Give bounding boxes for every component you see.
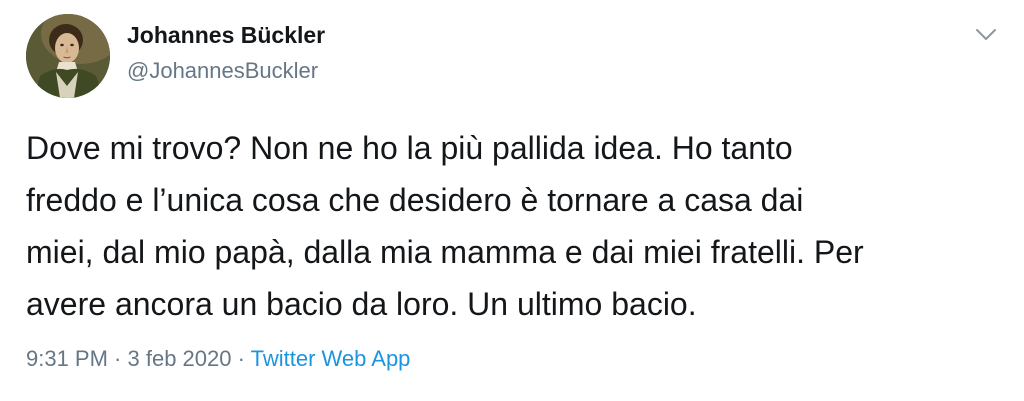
tweet-text-line: miei, dal mio papà, dalla mia mamma e da… [26,234,864,270]
tweet-text-line: avere ancora un bacio da loro. Un ultimo… [26,286,697,322]
tweet-source-link[interactable]: Twitter Web App [251,346,411,371]
tweet-text-line: freddo e l’unica cosa che desidero è tor… [26,182,804,218]
tweet-time[interactable]: 9:31 PM [26,346,108,371]
meta-separator: · [231,346,251,371]
avatar[interactable] [26,14,110,98]
author-name[interactable]: Johannes Bückler [127,22,325,49]
chevron-down-icon[interactable] [974,26,998,44]
tweet-card: Johannes Bückler @JohannesBuckler Dove m… [0,0,1024,401]
tweet-text-line: Dove mi trovo? Non ne ho la più pallida … [26,130,793,166]
meta-separator: · [107,346,128,371]
tweet-metadata: 9:31 PM · 3 feb 2020 · Twitter Web App [26,346,410,372]
author-handle[interactable]: @JohannesBuckler [127,58,318,84]
portrait-image [26,14,110,98]
tweet-date[interactable]: 3 feb 2020 [128,346,232,371]
tweet-text: Dove mi trovo? Non ne ho la più pallida … [26,122,1006,330]
